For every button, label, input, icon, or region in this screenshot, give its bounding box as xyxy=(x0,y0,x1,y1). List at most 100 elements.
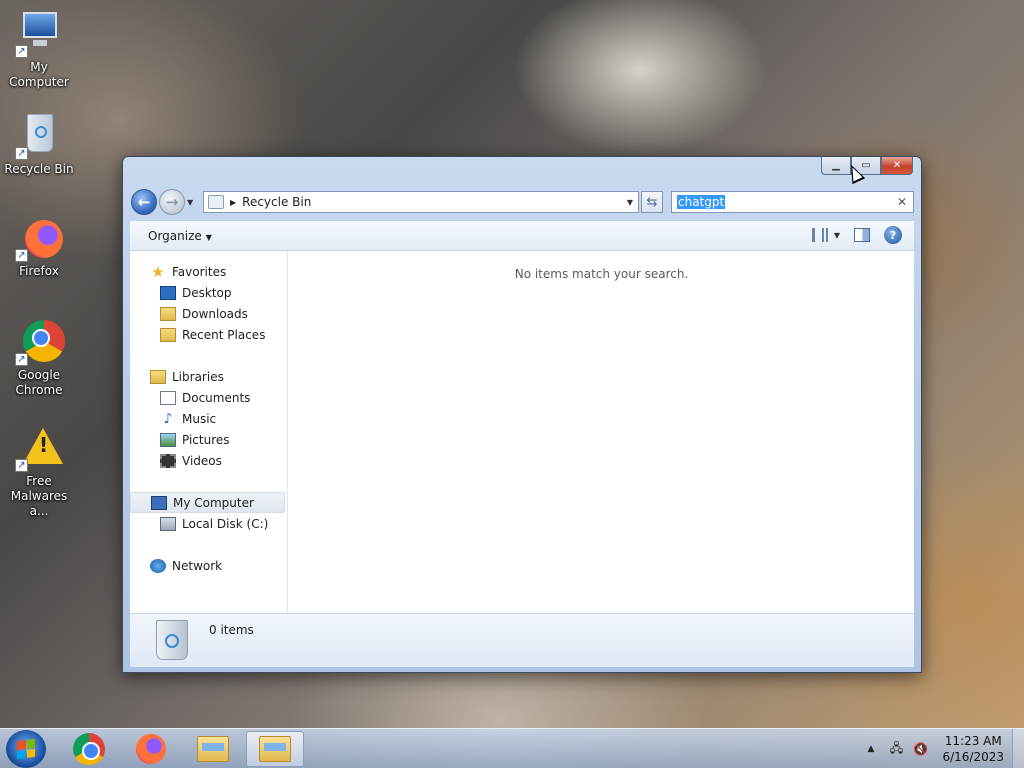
shortcut-arrow-icon: ↗ xyxy=(15,353,28,366)
clear-search-icon[interactable]: ✕ xyxy=(897,195,907,209)
details-pane: 0 items xyxy=(130,613,914,667)
pictures-icon xyxy=(160,432,176,447)
item-count: 0 items xyxy=(209,623,254,637)
nav-item-label: Music xyxy=(182,411,217,426)
command-bar: Organize ▼ ▼ ? xyxy=(130,221,914,251)
caption-buttons: ▁ ▭ ✕ xyxy=(821,157,913,175)
desktop-icon-free-malwares[interactable]: ! ↗ Free Malwares a... xyxy=(0,424,78,519)
nav-item-local-disk[interactable]: Local Disk (C:) xyxy=(130,513,287,534)
close-button[interactable]: ✕ xyxy=(881,157,913,175)
nav-item-documents[interactable]: Documents xyxy=(130,387,287,408)
nav-item-recent-places[interactable]: Recent Places xyxy=(130,324,287,345)
nav-item-videos[interactable]: Videos xyxy=(130,450,287,471)
nav-item-label: Libraries xyxy=(172,369,224,384)
show-hidden-icons-icon[interactable]: ▲ xyxy=(868,744,875,754)
network-icon xyxy=(150,558,166,573)
recycle-bin-icon xyxy=(154,620,190,662)
shortcut-arrow-icon: ↗ xyxy=(15,459,28,472)
desktop-icon-firefox[interactable]: ↗ Firefox xyxy=(0,214,78,279)
nav-favorites[interactable]: ★ Favorites xyxy=(130,261,287,282)
nav-item-label: Network xyxy=(172,558,223,573)
libraries-icon xyxy=(150,369,166,384)
network-status-icon[interactable]: 🖧 xyxy=(888,741,904,756)
nav-item-label: Recent Places xyxy=(182,327,266,342)
forward-button[interactable]: → xyxy=(159,189,185,215)
preview-pane-button[interactable] xyxy=(854,228,870,242)
nav-item-label: Favorites xyxy=(172,264,227,279)
explorer-window: ▁ ▭ ✕ ← → ▼ ▶ Recycle Bin ▼ ⇆ chatgpt ✕ … xyxy=(122,156,922,673)
organize-label: Organize xyxy=(148,228,202,243)
address-bar[interactable]: ▶ Recycle Bin ▼ xyxy=(203,191,639,213)
taskbar: ▲ 🖧 🔇 11:23 AM 6/16/2023 xyxy=(0,728,1024,768)
breadcrumb-recycle-bin[interactable]: Recycle Bin xyxy=(242,195,622,209)
desktop-icon-label: Google Chrome xyxy=(15,368,63,397)
empty-search-message: No items match your search. xyxy=(514,267,689,281)
shortcut-arrow-icon: ↗ xyxy=(15,45,28,58)
folder-icon xyxy=(259,736,291,762)
taskbar-chrome[interactable] xyxy=(60,731,118,767)
desktop-icon-label: Recycle Bin xyxy=(4,162,74,176)
back-button[interactable]: ← xyxy=(131,189,157,215)
forward-arrow-icon: → xyxy=(165,193,179,211)
desktop-icon-recycle-bin[interactable]: ↗ Recycle Bin xyxy=(0,112,78,177)
views-icon xyxy=(811,228,828,242)
search-query-text[interactable]: chatgpt xyxy=(677,195,726,209)
nav-item-music[interactable]: ♪ Music xyxy=(130,408,287,429)
desktop-icon-google-chrome[interactable]: ↗ Google Chrome xyxy=(0,318,78,398)
shortcut-arrow-icon: ↗ xyxy=(15,249,28,262)
hard-drive-icon xyxy=(160,516,176,531)
desktop-icon-label: My Computer xyxy=(9,60,69,89)
nav-my-computer[interactable]: My Computer xyxy=(130,492,285,513)
refresh-icon: ⇆ xyxy=(646,194,658,210)
clock[interactable]: 11:23 AM 6/16/2023 xyxy=(942,733,1004,765)
firefox-icon: ↗ xyxy=(15,214,63,262)
music-icon: ♪ xyxy=(163,410,173,427)
warning-icon: ! ↗ xyxy=(15,424,63,472)
clock-date: 6/16/2023 xyxy=(942,750,1004,764)
change-view-button[interactable]: ▼ xyxy=(811,228,840,242)
star-icon: ★ xyxy=(151,262,165,281)
nav-item-label: Desktop xyxy=(182,285,232,300)
nav-libraries[interactable]: Libraries xyxy=(130,366,287,387)
recent-places-icon xyxy=(160,327,176,342)
taskbar-explorer[interactable] xyxy=(184,731,242,767)
navigation-bar: ← → ▼ ▶ Recycle Bin ▼ ⇆ chatgpt ✕ xyxy=(131,189,914,215)
chrome-icon xyxy=(73,733,105,765)
chevron-down-icon: ▼ xyxy=(833,230,840,240)
nav-network[interactable]: Network xyxy=(130,555,287,576)
taskbar-explorer-active[interactable] xyxy=(246,731,304,767)
nav-item-desktop[interactable]: Desktop xyxy=(130,282,287,303)
breadcrumb-chevron-icon[interactable]: ▶ xyxy=(230,198,236,207)
nav-item-label: Downloads xyxy=(182,306,248,321)
shortcut-arrow-icon: ↗ xyxy=(15,147,28,160)
organize-button[interactable]: Organize ▼ xyxy=(148,229,212,243)
taskbar-firefox[interactable] xyxy=(122,731,180,767)
nav-item-label: My Computer xyxy=(173,495,254,510)
nav-item-label: Pictures xyxy=(182,432,230,447)
refresh-button[interactable]: ⇆ xyxy=(641,191,663,213)
recent-pages-dropdown[interactable]: ▼ xyxy=(187,198,197,207)
firefox-icon xyxy=(136,734,166,764)
volume-muted-icon[interactable]: 🔇 xyxy=(912,742,928,756)
desktop-icon-my-computer[interactable]: ↗ My Computer xyxy=(0,10,78,90)
address-dropdown-icon[interactable]: ▼ xyxy=(622,198,638,207)
file-list-pane[interactable]: No items match your search. xyxy=(289,251,914,613)
search-input[interactable]: chatgpt ✕ xyxy=(671,191,914,213)
nav-item-pictures[interactable]: Pictures xyxy=(130,429,287,450)
downloads-folder-icon xyxy=(160,306,176,321)
clock-time: 11:23 AM xyxy=(944,734,1002,748)
nav-item-downloads[interactable]: Downloads xyxy=(130,303,287,324)
windows-logo-icon xyxy=(17,738,35,760)
show-desktop-button[interactable] xyxy=(1012,729,1024,768)
nav-item-label: Local Disk (C:) xyxy=(182,516,269,531)
computer-icon xyxy=(151,495,167,510)
system-tray: ▲ 🖧 🔇 11:23 AM 6/16/2023 xyxy=(868,729,1024,768)
chevron-down-icon: ▼ xyxy=(205,232,212,242)
recycle-bin-small-icon xyxy=(208,195,224,209)
documents-icon xyxy=(160,390,176,405)
back-arrow-icon: ← xyxy=(137,193,151,211)
help-button[interactable]: ? xyxy=(884,226,902,244)
nav-item-label: Documents xyxy=(182,390,251,405)
start-button[interactable] xyxy=(6,730,46,768)
nav-item-label: Videos xyxy=(182,453,222,468)
